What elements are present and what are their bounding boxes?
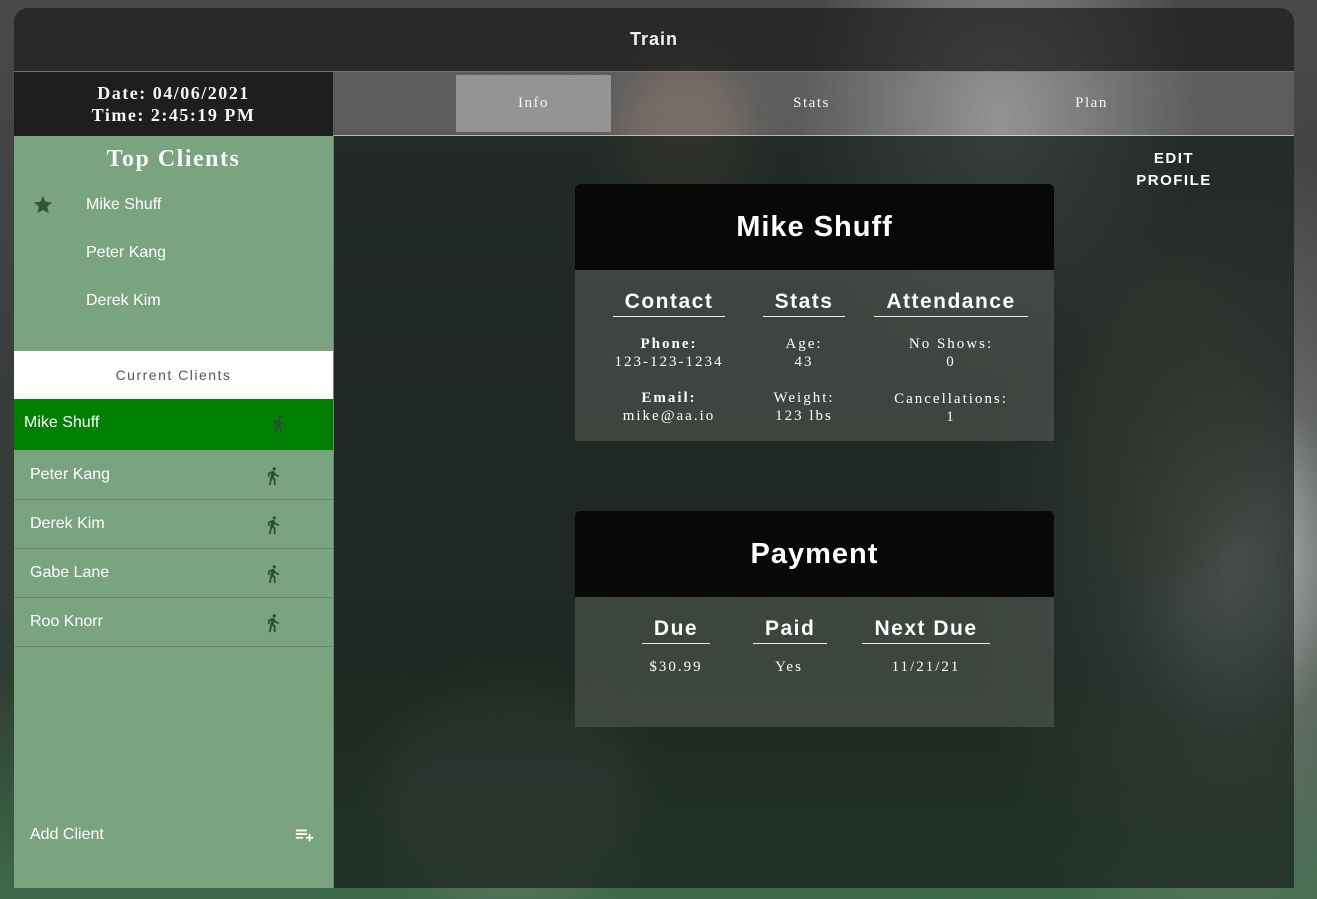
client-row-roo-knorr[interactable]: Roo Knorr (14, 598, 333, 647)
top-client-item[interactable]: Derek Kim (86, 292, 161, 310)
client-name: Derek Kim (30, 515, 105, 532)
cancellations-label: Cancellations: (894, 391, 1008, 407)
next-due-column: Next Due 11/21/21 (861, 617, 991, 676)
time-text: Time: 2:45:19 PM (91, 105, 256, 125)
contact-title: Contact (612, 290, 726, 317)
client-name: Gabe Lane (30, 564, 110, 581)
edit-profile-label: PROFILE (1136, 172, 1212, 189)
profile-card: Mike Shuff Contact Phone: 123-123-1234 E… (575, 184, 1054, 441)
client-name: Mike Shuff (24, 414, 100, 431)
main-content: EDIT PROFILE Mike Shuff Contact Phone: 1… (333, 136, 1294, 888)
phone-value: 123-123-1234 (614, 354, 724, 370)
client-row-derek-kim[interactable]: Derek Kim (14, 500, 333, 549)
paid-column: Paid Yes (753, 617, 828, 676)
due-column: Due $30.99 (641, 617, 711, 676)
sidebar: Top Clients Mike Shuff Peter Kang Derek … (14, 136, 333, 888)
edit-profile-button[interactable]: EDIT PROFILE (1124, 148, 1224, 192)
tab-bar: Info Stats Plan (333, 72, 1294, 136)
tab-plan[interactable]: Plan (1014, 75, 1169, 132)
add-client-button[interactable]: Add Client (14, 816, 333, 856)
app-window: Train Date: 04/06/2021 Time: 2:45:19 PM … (14, 8, 1294, 888)
runner-icon[interactable] (269, 413, 289, 435)
star-icon (33, 195, 53, 214)
email-label: Email: (641, 390, 697, 406)
top-clients-title: Top Clients (106, 146, 241, 172)
profile-details: Contact Phone: 123-123-1234 Email: mike@… (575, 270, 1054, 441)
client-row-mike-shuff[interactable]: Mike Shuff (14, 399, 333, 450)
due-title: Due (641, 617, 711, 644)
runner-icon[interactable] (263, 465, 283, 487)
playlist-add-icon (295, 829, 314, 842)
top-client-item[interactable]: Mike Shuff (86, 196, 161, 214)
payment-title: Payment (575, 511, 1054, 597)
email-value: mike@aa.io (622, 408, 716, 424)
client-row-gabe-lane[interactable]: Gabe Lane (14, 549, 333, 598)
tab-stats[interactable]: Stats (734, 75, 889, 132)
payment-details: Due $30.99 Paid Yes Next Due 11/21/21 (575, 597, 1054, 727)
next-due-title: Next Due (862, 617, 990, 644)
client-name: Roo Knorr (30, 613, 103, 630)
cancellations-value: 1 (946, 409, 956, 425)
age-value: 43 (794, 354, 814, 370)
weight-value: 123 lbs (775, 408, 833, 424)
runner-icon[interactable] (263, 514, 283, 536)
clock-panel: Date: 04/06/2021 Time: 2:45:19 PM (14, 72, 333, 136)
runner-icon[interactable] (263, 612, 283, 634)
app-title: Train (14, 8, 1294, 72)
attendance-column: Attendance No Shows: 0 Cancellations: 1 (871, 290, 1031, 426)
weight-label: Weight: (773, 390, 835, 406)
date-text: Date: 04/06/2021 (97, 83, 250, 103)
paid-value: Yes (775, 659, 803, 675)
client-name: Peter Kang (30, 466, 111, 483)
add-client-label: Add Client (30, 826, 104, 843)
noshow-value: 0 (946, 354, 956, 370)
contact-column: Contact Phone: 123-123-1234 Email: mike@… (605, 290, 733, 425)
phone-label: Phone: (640, 336, 698, 352)
payment-card: Payment Due $30.99 Paid Yes Next Due 11/… (575, 511, 1054, 727)
tab-info[interactable]: Info (456, 75, 611, 132)
client-row-peter-kang[interactable]: Peter Kang (14, 451, 333, 500)
profile-name: Mike Shuff (575, 184, 1054, 270)
runner-icon[interactable] (263, 563, 283, 585)
due-value: $30.99 (649, 659, 703, 675)
top-client-item[interactable]: Peter Kang (86, 244, 166, 262)
age-label: Age: (785, 336, 823, 352)
current-clients-header: Current Clients (14, 351, 333, 399)
stats-column: Stats Age: 43 Weight: 123 lbs (761, 290, 847, 425)
attendance-title: Attendance (874, 290, 1028, 317)
stats-title: Stats (762, 290, 846, 317)
noshow-label: No Shows: (908, 336, 994, 352)
next-due-value: 11/21/21 (891, 659, 961, 675)
paid-title: Paid (753, 617, 828, 644)
edit-profile-label: EDIT (1153, 150, 1195, 167)
